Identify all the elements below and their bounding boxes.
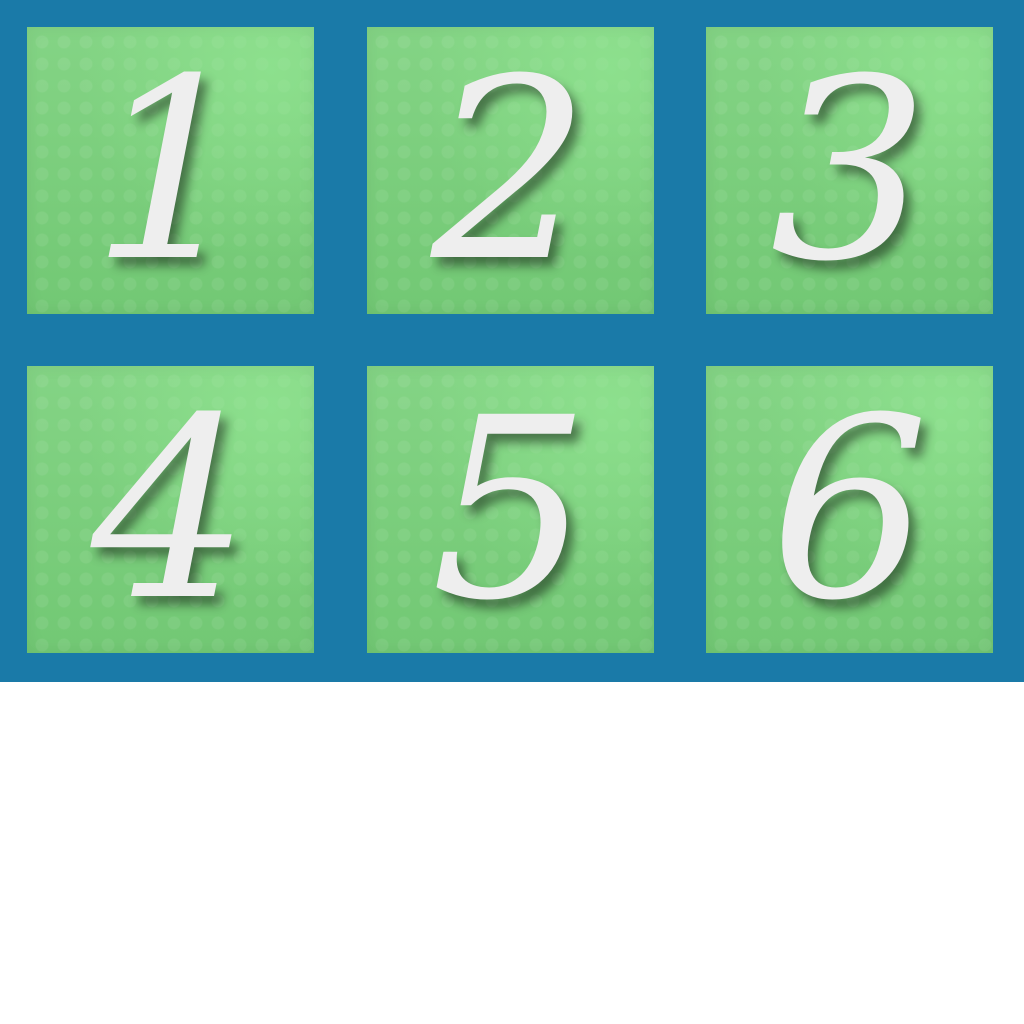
tile-numeral: 2: [430, 27, 591, 314]
tile-numeral: 1: [90, 27, 251, 314]
number-tile-6[interactable]: 6: [706, 366, 993, 653]
tile-numeral: 4: [90, 366, 251, 653]
tile-numeral: 3: [769, 27, 930, 314]
number-board: 1 2 3 4 5 6: [0, 0, 1024, 682]
number-tile-5[interactable]: 5: [367, 366, 654, 653]
number-tile-3[interactable]: 3: [706, 27, 993, 314]
number-tile-1[interactable]: 1: [27, 27, 314, 314]
tile-numeral: 6: [769, 366, 930, 653]
number-tile-2[interactable]: 2: [367, 27, 654, 314]
tile-numeral: 5: [430, 366, 591, 653]
number-tile-4[interactable]: 4: [27, 366, 314, 653]
